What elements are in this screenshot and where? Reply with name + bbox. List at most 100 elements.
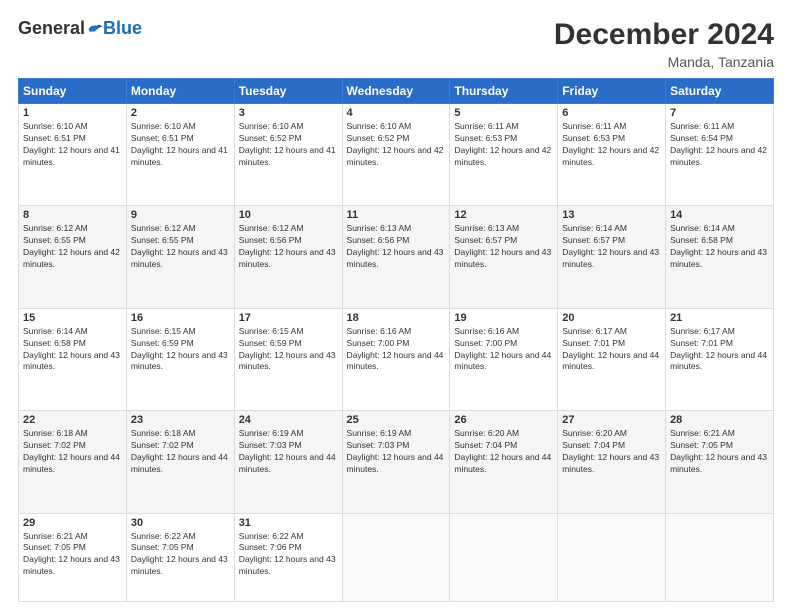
day-number: 20 (562, 312, 661, 324)
calendar-cell: 25 Sunrise: 6:19 AM Sunset: 7:03 PM Dayl… (342, 411, 450, 513)
day-number: 23 (131, 414, 230, 426)
day-number: 29 (23, 517, 122, 529)
day-number: 4 (347, 107, 446, 119)
day-number: 17 (239, 312, 338, 324)
calendar-cell: 20 Sunrise: 6:17 AM Sunset: 7:01 PM Dayl… (558, 308, 666, 410)
day-number: 28 (670, 414, 769, 426)
weekday-header-wednesday: Wednesday (342, 79, 450, 104)
calendar-cell: 21 Sunrise: 6:17 AM Sunset: 7:01 PM Dayl… (666, 308, 774, 410)
day-info: Sunrise: 6:21 AM Sunset: 7:05 PM Dayligh… (670, 428, 769, 476)
day-info: Sunrise: 6:11 AM Sunset: 6:53 PM Dayligh… (454, 121, 553, 169)
calendar-cell: 27 Sunrise: 6:20 AM Sunset: 7:04 PM Dayl… (558, 411, 666, 513)
calendar-cell: 15 Sunrise: 6:14 AM Sunset: 6:58 PM Dayl… (19, 308, 127, 410)
weekday-header-sunday: Sunday (19, 79, 127, 104)
day-number: 6 (562, 107, 661, 119)
day-number: 5 (454, 107, 553, 119)
location-title: Manda, Tanzania (554, 54, 774, 70)
calendar-cell: 28 Sunrise: 6:21 AM Sunset: 7:05 PM Dayl… (666, 411, 774, 513)
day-info: Sunrise: 6:13 AM Sunset: 6:57 PM Dayligh… (454, 223, 553, 271)
calendar-cell (666, 513, 774, 601)
day-info: Sunrise: 6:13 AM Sunset: 6:56 PM Dayligh… (347, 223, 446, 271)
day-info: Sunrise: 6:22 AM Sunset: 7:06 PM Dayligh… (239, 531, 338, 579)
calendar-cell (558, 513, 666, 601)
day-info: Sunrise: 6:14 AM Sunset: 6:57 PM Dayligh… (562, 223, 661, 271)
calendar-cell: 8 Sunrise: 6:12 AM Sunset: 6:55 PM Dayli… (19, 206, 127, 308)
day-number: 15 (23, 312, 122, 324)
logo-bird-icon (87, 21, 103, 37)
day-number: 10 (239, 209, 338, 221)
calendar-cell: 31 Sunrise: 6:22 AM Sunset: 7:06 PM Dayl… (234, 513, 342, 601)
day-number: 11 (347, 209, 446, 221)
page: General Blue December 2024 Manda, Tanzan… (0, 0, 792, 612)
calendar-cell: 6 Sunrise: 6:11 AM Sunset: 6:53 PM Dayli… (558, 104, 666, 206)
month-title: December 2024 (554, 18, 774, 52)
day-number: 26 (454, 414, 553, 426)
calendar-cell: 10 Sunrise: 6:12 AM Sunset: 6:56 PM Dayl… (234, 206, 342, 308)
day-number: 3 (239, 107, 338, 119)
calendar-cell: 12 Sunrise: 6:13 AM Sunset: 6:57 PM Dayl… (450, 206, 558, 308)
day-number: 19 (454, 312, 553, 324)
calendar-cell: 24 Sunrise: 6:19 AM Sunset: 7:03 PM Dayl… (234, 411, 342, 513)
calendar-cell: 7 Sunrise: 6:11 AM Sunset: 6:54 PM Dayli… (666, 104, 774, 206)
day-number: 22 (23, 414, 122, 426)
day-number: 14 (670, 209, 769, 221)
logo-general-text: General (18, 18, 85, 39)
day-info: Sunrise: 6:18 AM Sunset: 7:02 PM Dayligh… (23, 428, 122, 476)
calendar-header-row: SundayMondayTuesdayWednesdayThursdayFrid… (19, 79, 774, 104)
day-info: Sunrise: 6:17 AM Sunset: 7:01 PM Dayligh… (670, 326, 769, 374)
calendar-cell: 30 Sunrise: 6:22 AM Sunset: 7:05 PM Dayl… (126, 513, 234, 601)
logo: General Blue (18, 18, 142, 39)
day-info: Sunrise: 6:11 AM Sunset: 6:53 PM Dayligh… (562, 121, 661, 169)
calendar-cell: 22 Sunrise: 6:18 AM Sunset: 7:02 PM Dayl… (19, 411, 127, 513)
day-number: 8 (23, 209, 122, 221)
day-info: Sunrise: 6:21 AM Sunset: 7:05 PM Dayligh… (23, 531, 122, 579)
day-info: Sunrise: 6:12 AM Sunset: 6:55 PM Dayligh… (23, 223, 122, 271)
day-number: 13 (562, 209, 661, 221)
day-info: Sunrise: 6:14 AM Sunset: 6:58 PM Dayligh… (670, 223, 769, 271)
weekday-header-monday: Monday (126, 79, 234, 104)
day-number: 21 (670, 312, 769, 324)
day-info: Sunrise: 6:15 AM Sunset: 6:59 PM Dayligh… (131, 326, 230, 374)
calendar-cell: 26 Sunrise: 6:20 AM Sunset: 7:04 PM Dayl… (450, 411, 558, 513)
day-info: Sunrise: 6:10 AM Sunset: 6:52 PM Dayligh… (347, 121, 446, 169)
day-number: 18 (347, 312, 446, 324)
day-info: Sunrise: 6:11 AM Sunset: 6:54 PM Dayligh… (670, 121, 769, 169)
calendar-table: SundayMondayTuesdayWednesdayThursdayFrid… (18, 78, 774, 602)
weekday-header-thursday: Thursday (450, 79, 558, 104)
day-number: 25 (347, 414, 446, 426)
day-info: Sunrise: 6:16 AM Sunset: 7:00 PM Dayligh… (347, 326, 446, 374)
calendar-cell: 14 Sunrise: 6:14 AM Sunset: 6:58 PM Dayl… (666, 206, 774, 308)
calendar-cell: 16 Sunrise: 6:15 AM Sunset: 6:59 PM Dayl… (126, 308, 234, 410)
day-number: 16 (131, 312, 230, 324)
weekday-header-tuesday: Tuesday (234, 79, 342, 104)
day-info: Sunrise: 6:10 AM Sunset: 6:52 PM Dayligh… (239, 121, 338, 169)
day-number: 1 (23, 107, 122, 119)
day-number: 27 (562, 414, 661, 426)
calendar-cell (450, 513, 558, 601)
calendar-cell: 13 Sunrise: 6:14 AM Sunset: 6:57 PM Dayl… (558, 206, 666, 308)
day-number: 7 (670, 107, 769, 119)
calendar-cell: 19 Sunrise: 6:16 AM Sunset: 7:00 PM Dayl… (450, 308, 558, 410)
day-info: Sunrise: 6:15 AM Sunset: 6:59 PM Dayligh… (239, 326, 338, 374)
calendar-cell: 4 Sunrise: 6:10 AM Sunset: 6:52 PM Dayli… (342, 104, 450, 206)
calendar-cell: 11 Sunrise: 6:13 AM Sunset: 6:56 PM Dayl… (342, 206, 450, 308)
day-info: Sunrise: 6:22 AM Sunset: 7:05 PM Dayligh… (131, 531, 230, 579)
day-info: Sunrise: 6:17 AM Sunset: 7:01 PM Dayligh… (562, 326, 661, 374)
day-info: Sunrise: 6:16 AM Sunset: 7:00 PM Dayligh… (454, 326, 553, 374)
day-number: 24 (239, 414, 338, 426)
calendar-cell: 17 Sunrise: 6:15 AM Sunset: 6:59 PM Dayl… (234, 308, 342, 410)
calendar-cell: 5 Sunrise: 6:11 AM Sunset: 6:53 PM Dayli… (450, 104, 558, 206)
day-number: 31 (239, 517, 338, 529)
header: General Blue December 2024 Manda, Tanzan… (18, 18, 774, 70)
day-number: 2 (131, 107, 230, 119)
calendar-cell: 9 Sunrise: 6:12 AM Sunset: 6:55 PM Dayli… (126, 206, 234, 308)
day-info: Sunrise: 6:20 AM Sunset: 7:04 PM Dayligh… (454, 428, 553, 476)
weekday-header-friday: Friday (558, 79, 666, 104)
day-number: 30 (131, 517, 230, 529)
day-info: Sunrise: 6:19 AM Sunset: 7:03 PM Dayligh… (347, 428, 446, 476)
calendar-cell: 18 Sunrise: 6:16 AM Sunset: 7:00 PM Dayl… (342, 308, 450, 410)
day-info: Sunrise: 6:14 AM Sunset: 6:58 PM Dayligh… (23, 326, 122, 374)
calendar-cell: 29 Sunrise: 6:21 AM Sunset: 7:05 PM Dayl… (19, 513, 127, 601)
calendar-cell (342, 513, 450, 601)
day-info: Sunrise: 6:18 AM Sunset: 7:02 PM Dayligh… (131, 428, 230, 476)
